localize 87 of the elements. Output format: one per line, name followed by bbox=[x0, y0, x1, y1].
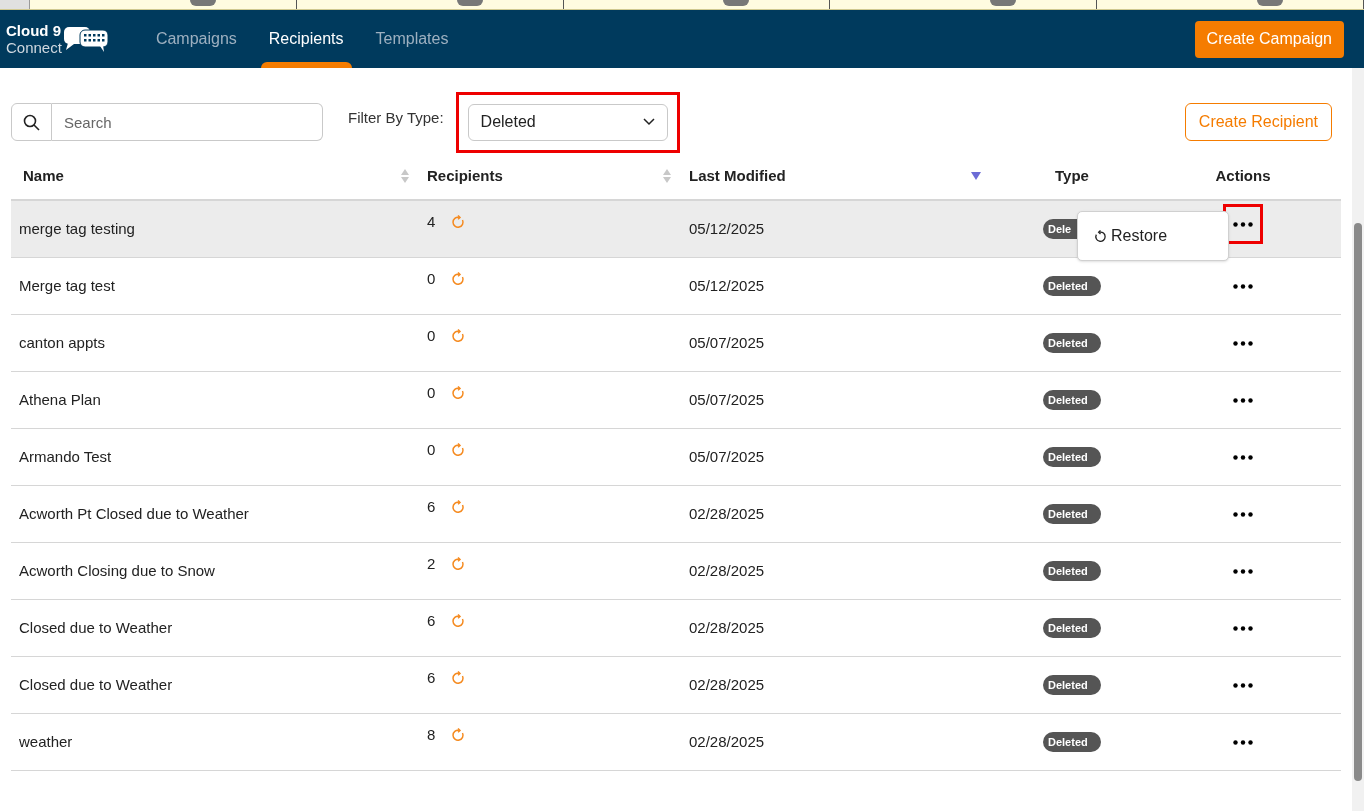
refresh-icon[interactable] bbox=[451, 386, 466, 400]
sort-descending-icon[interactable] bbox=[971, 172, 981, 180]
more-icon bbox=[1233, 625, 1253, 631]
status-badge: Deleted bbox=[1043, 617, 1101, 639]
refresh-icon[interactable] bbox=[451, 671, 466, 685]
table-row[interactable]: Closed due to Weather 6 02/28/2025 Deleted bbox=[11, 600, 1341, 657]
table-cell: Closed due to Weather bbox=[19, 675, 173, 693]
table-cell-text: 6 bbox=[427, 667, 436, 688]
table-row[interactable]: weather 8 02/28/2025 Deleted bbox=[11, 714, 1341, 771]
search-field[interactable]: Search bbox=[52, 103, 323, 141]
table-cell: 02/28/2025 bbox=[689, 561, 765, 579]
table-row[interactable]: Closed due to Weather 6 02/28/2025 Deleted bbox=[11, 657, 1341, 714]
chevron-down-icon bbox=[642, 118, 655, 126]
refresh-icon[interactable] bbox=[451, 614, 466, 628]
refresh-icon[interactable] bbox=[451, 500, 466, 514]
table-cell: Athena Plan bbox=[19, 390, 101, 408]
table-row[interactable]: Acworth Closing due to Snow 2 02/28/2025 Deleted bbox=[11, 543, 1341, 600]
table-row[interactable]: merge tag testing 4 05/12/2025 Dele Restore bbox=[11, 201, 1341, 258]
table-cell-text: 0 bbox=[427, 439, 436, 460]
brand-subtitle: Connect bbox=[6, 39, 62, 56]
more-icon bbox=[1233, 454, 1253, 460]
table-cell-text: 8 bbox=[427, 724, 436, 745]
refresh-icon[interactable] bbox=[451, 557, 466, 571]
column-header[interactable]: Name bbox=[23, 164, 64, 188]
table-cell: 05/07/2025 bbox=[689, 333, 765, 351]
table-row[interactable]: Acworth Pt Closed due to Weather 6 02/28/2025 Deleted bbox=[11, 486, 1341, 543]
status-badge: Deleted bbox=[1043, 389, 1101, 411]
more-icon bbox=[1233, 739, 1253, 745]
status-badge: Deleted bbox=[1043, 503, 1101, 525]
brand-name: Cloud 9 bbox=[6, 22, 62, 39]
status-badge: Deleted bbox=[1043, 446, 1101, 468]
status-badge: Deleted bbox=[1043, 674, 1101, 696]
chat-bubbles-icon bbox=[61, 24, 110, 54]
table-cell-text: 0 bbox=[427, 382, 436, 403]
table-cell: merge tag testing bbox=[19, 219, 135, 237]
table-cell: weather bbox=[19, 732, 73, 750]
status-badge: Deleted bbox=[1043, 275, 1101, 297]
column-header: Actions bbox=[1215, 165, 1271, 186]
more-icon bbox=[1233, 511, 1253, 517]
type-dropdown[interactable]: Deleted bbox=[467, 103, 668, 141]
table-cell-text: 6 bbox=[427, 610, 436, 631]
column-header: Type bbox=[1055, 165, 1089, 186]
table-cell: 05/12/2025 bbox=[689, 219, 765, 237]
column-header[interactable]: Last Modified bbox=[689, 164, 786, 188]
table-cell: 02/28/2025 bbox=[689, 504, 765, 522]
filter-label: Filter By Type: bbox=[348, 107, 444, 128]
more-icon bbox=[1233, 682, 1253, 688]
table-cell-text: 0 bbox=[427, 268, 436, 289]
refresh-icon[interactable] bbox=[451, 329, 466, 343]
status-badge: Deleted bbox=[1043, 560, 1101, 582]
more-icon bbox=[1233, 221, 1253, 227]
search-button[interactable] bbox=[11, 103, 52, 141]
refresh-icon[interactable] bbox=[451, 728, 466, 742]
more-icon bbox=[1233, 283, 1253, 289]
status-badge: Deleted bbox=[1043, 731, 1101, 753]
nav-tab[interactable]: Recipients bbox=[252, 10, 360, 68]
more-icon bbox=[1233, 568, 1253, 574]
table-cell: 02/28/2025 bbox=[689, 618, 765, 636]
refresh-icon[interactable] bbox=[451, 443, 466, 457]
table-cell: 05/07/2025 bbox=[689, 447, 765, 465]
table-row[interactable]: Armando Test 0 05/07/2025 Deleted bbox=[11, 429, 1341, 486]
more-icon bbox=[1233, 340, 1253, 346]
table-cell: canton appts bbox=[19, 333, 105, 351]
restore-icon bbox=[1094, 229, 1107, 243]
status-badge: Deleted bbox=[1043, 332, 1101, 354]
nav-tab[interactable]: Templates bbox=[359, 10, 465, 68]
search-icon bbox=[23, 113, 40, 131]
table-cell: Acworth Pt Closed due to Weather bbox=[19, 504, 249, 522]
table-cell: 02/28/2025 bbox=[689, 675, 765, 693]
table-row[interactable]: Merge tag test 0 05/12/2025 Deleted bbox=[11, 258, 1341, 315]
table-cell: Merge tag test bbox=[19, 276, 115, 294]
table-cell: 02/28/2025 bbox=[689, 732, 765, 750]
column-header[interactable]: Recipients bbox=[427, 164, 503, 188]
table-cell: Closed due to Weather bbox=[19, 618, 173, 636]
table-cell: Acworth Closing due to Snow bbox=[19, 561, 215, 579]
table-cell-text: 0 bbox=[427, 325, 436, 346]
refresh-icon[interactable] bbox=[451, 272, 466, 286]
table-row[interactable]: canton appts 0 05/07/2025 Deleted bbox=[11, 315, 1341, 372]
table-cell: 05/07/2025 bbox=[689, 390, 765, 408]
table-cell: Armando Test bbox=[19, 447, 112, 465]
more-icon bbox=[1233, 397, 1253, 403]
table-cell: 05/12/2025 bbox=[689, 276, 765, 294]
table-cell-text: 6 bbox=[427, 496, 436, 517]
table-cell-text: 4 bbox=[427, 211, 436, 232]
table-row[interactable]: Athena Plan 0 05/07/2025 Deleted bbox=[11, 372, 1341, 429]
nav-tab[interactable]: Campaigns bbox=[139, 10, 253, 68]
table-cell-text: 2 bbox=[427, 553, 436, 574]
